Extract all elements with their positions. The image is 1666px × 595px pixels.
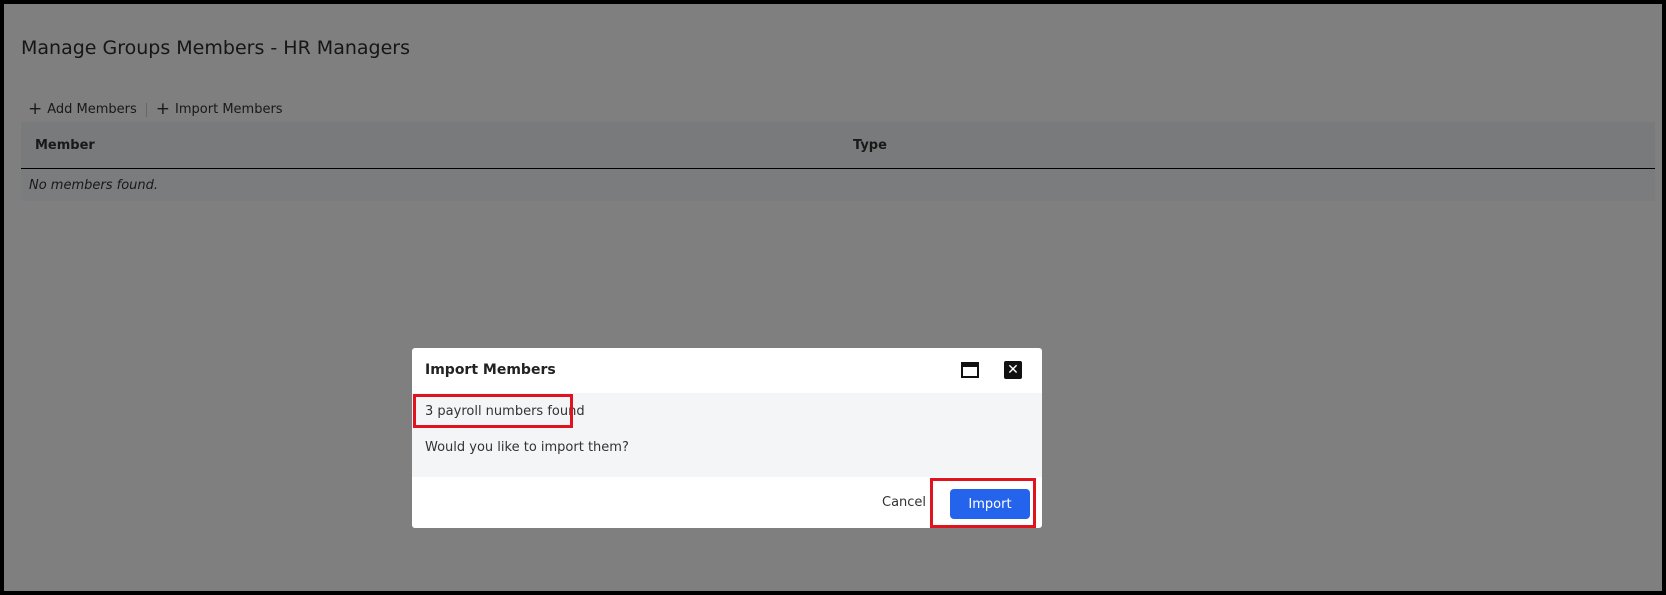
dialog-title: Import Members — [425, 362, 556, 378]
dialog-header: Import Members ✕ — [412, 348, 1042, 393]
import-button[interactable]: Import — [950, 489, 1030, 519]
import-members-dialog: Import Members ✕ 3 payroll numbers found… — [412, 348, 1042, 528]
import-question: Would you like to import them? — [425, 440, 629, 455]
cancel-button[interactable]: Cancel — [882, 495, 926, 510]
payroll-found-message: 3 payroll numbers found — [425, 404, 585, 419]
dialog-footer: Cancel Import — [412, 477, 1042, 528]
close-icon[interactable]: ✕ — [1004, 361, 1022, 379]
maximize-icon[interactable] — [961, 362, 979, 378]
app-frame: Manage Groups Members - HR Managers + Ad… — [0, 0, 1666, 595]
dialog-body: 3 payroll numbers found Would you like t… — [412, 393, 1042, 477]
